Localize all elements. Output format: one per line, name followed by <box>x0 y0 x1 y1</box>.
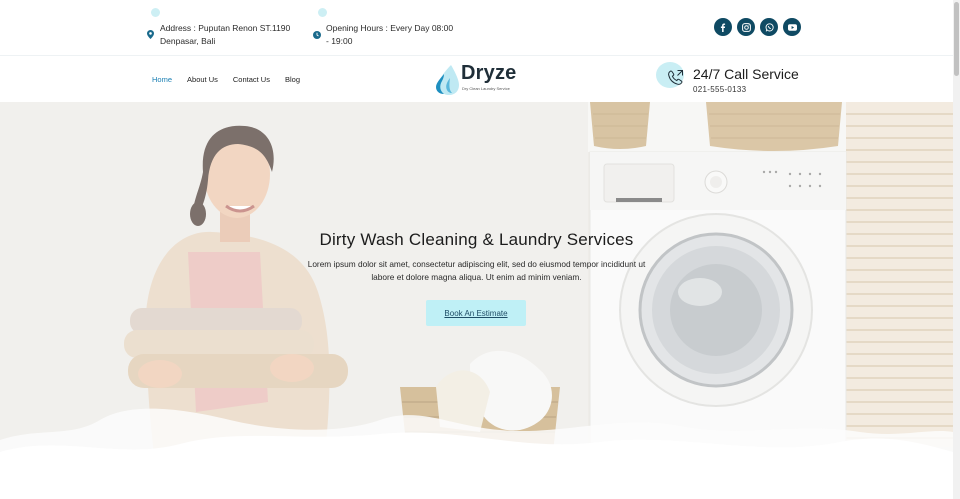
top-info-bar: Address : Puputan Renon ST.1190 Denpasar… <box>0 0 960 56</box>
brand-logo[interactable]: Dryze Dry Clean Laundry Service <box>434 62 524 96</box>
water-drop-icon <box>436 65 459 95</box>
call-service-number[interactable]: 021-555-0133 <box>693 85 746 94</box>
hero-section: Dirty Wash Cleaning & Laundry Services L… <box>0 102 953 499</box>
address-info: Address : Puputan Renon ST.1190 Denpasar… <box>147 22 300 48</box>
youtube-icon[interactable] <box>783 18 801 36</box>
scrollbar-thumb[interactable] <box>954 2 959 76</box>
instagram-icon[interactable] <box>737 18 755 36</box>
book-estimate-button[interactable]: Book An Estimate <box>426 300 526 326</box>
nav-item-blog[interactable]: Blog <box>285 75 300 84</box>
logo-tagline: Dry Clean Laundry Service <box>462 86 510 91</box>
hero-description: Lorem ipsum dolor sit amet, consectetur … <box>307 259 646 282</box>
call-service-title: 24/7 Call Service <box>693 66 799 82</box>
clock-icon <box>313 30 321 43</box>
nav-item-home[interactable]: Home <box>152 75 172 84</box>
main-navbar: Home About Us Contact Us Blog Dryze Dry … <box>0 56 953 102</box>
phone-call-icon <box>668 70 683 85</box>
decorative-dot <box>151 8 160 17</box>
opening-hours-text: Opening Hours : Every Day 08:00 - 19:00 <box>326 23 454 46</box>
whatsapp-icon[interactable] <box>760 18 778 36</box>
hero-title: Dirty Wash Cleaning & Laundry Services <box>319 230 634 249</box>
opening-hours-info: Opening Hours : Every Day 08:00 - 19:00 <box>313 22 458 48</box>
call-service-block[interactable]: 24/7 Call Service 021-555-0133 <box>656 62 806 98</box>
social-links <box>714 18 801 36</box>
address-text: Address : Puputan Renon ST.1190 Denpasar… <box>160 23 291 46</box>
logo-wordmark: Dryze <box>461 62 517 84</box>
nav-item-about-us[interactable]: About Us <box>187 75 218 84</box>
decorative-dot <box>318 8 327 17</box>
map-pin-icon <box>147 30 154 43</box>
facebook-icon[interactable] <box>714 18 732 36</box>
primary-nav: Home About Us Contact Us Blog <box>152 75 300 84</box>
page-scrollbar[interactable] <box>953 0 960 499</box>
nav-item-contact-us[interactable]: Contact Us <box>233 75 270 84</box>
